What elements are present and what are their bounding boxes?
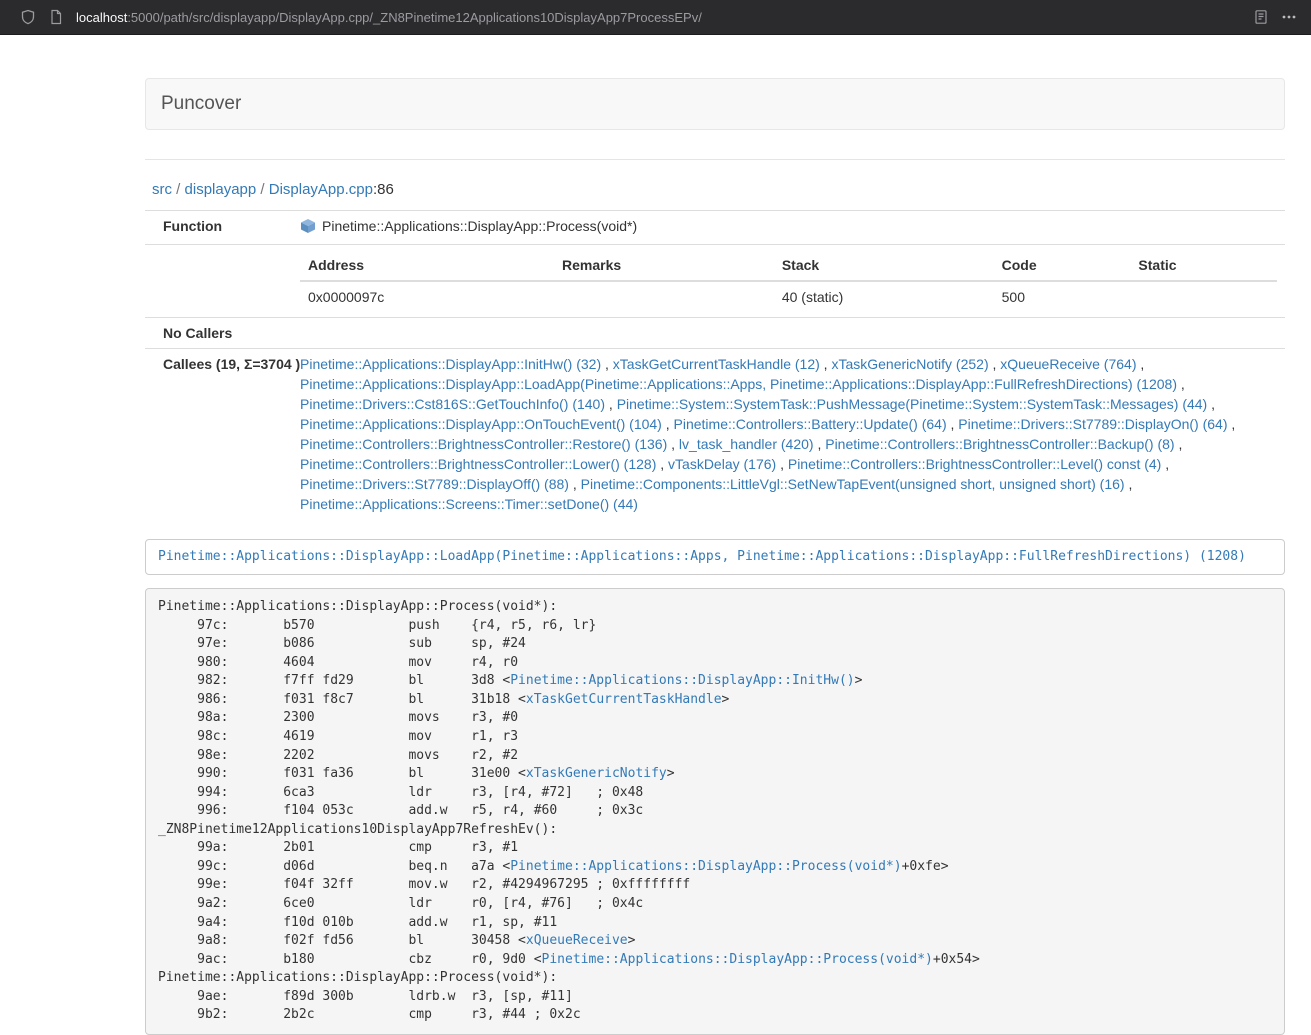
callees-row: Callees (19, Σ=3704 ) Pinetime::Applicat… [145, 349, 1285, 520]
callee-link[interactable]: vTaskDelay (176) [668, 456, 776, 472]
callee-link[interactable]: Pinetime::Applications::DisplayApp::OnTo… [300, 416, 662, 432]
callee-link[interactable]: Pinetime::Controllers::BrightnessControl… [300, 456, 656, 472]
menu-dots-icon-svg [1281, 9, 1297, 25]
breadcrumb-link[interactable]: src [152, 181, 172, 198]
code-symbol-link[interactable]: Pinetime::Applications::DisplayApp::Proc… [542, 952, 933, 967]
callee-link[interactable]: Pinetime::Components::LittleVgl::SetNewT… [581, 476, 1125, 492]
function-label: Function [145, 211, 292, 245]
selected-symbol-panel: Pinetime::Applications::DisplayApp::Load… [145, 539, 1285, 575]
url-bar[interactable]: localhost:5000/path/src/displayapp/Displ… [76, 10, 702, 25]
column-stack: Stack [774, 250, 994, 281]
selected-symbol-link[interactable]: Pinetime::Applications::DisplayApp::Load… [158, 549, 1246, 564]
reader-mode-icon[interactable] [1247, 3, 1275, 31]
callee-link[interactable]: Pinetime::Drivers::St7789::DisplayOff() … [300, 476, 569, 492]
breadcrumb-line-number: :86 [373, 181, 394, 198]
cube-icon-svg [300, 218, 316, 234]
code-symbol-link[interactable]: xQueueReceive [526, 933, 628, 948]
function-row: Function Pinetime::Applications::Display… [145, 211, 1285, 245]
breadcrumb-separator: / [172, 181, 185, 198]
function-name-cell: Pinetime::Applications::DisplayApp::Proc… [292, 211, 1285, 245]
page-info-icon-svg [48, 9, 64, 25]
breadcrumb-link[interactable]: DisplayApp.cpp [269, 181, 373, 198]
brand-link[interactable]: Puncover [161, 93, 241, 115]
stats-row-label [145, 245, 292, 318]
url-path: :5000/path/src/displayapp/DisplayApp.cpp… [127, 10, 702, 25]
column-code: Code [994, 250, 1131, 281]
callee-link[interactable]: xTaskGetCurrentTaskHandle (12) [613, 356, 820, 372]
callee-link[interactable]: Pinetime::Applications::Screens::Timer::… [300, 496, 638, 512]
callee-link[interactable]: Pinetime::Controllers::BrightnessControl… [825, 436, 1174, 452]
callee-link[interactable]: xTaskGenericNotify (252) [831, 356, 988, 372]
shield-icon[interactable] [14, 3, 42, 31]
callees-label: Callees (19, Σ=3704 ) [145, 349, 292, 520]
stats-row: Address Remarks Stack Code Static 0x0000… [145, 245, 1285, 318]
breadcrumb: src / displayapp / DisplayApp.cpp:86 [145, 180, 1285, 200]
callee-link[interactable]: xQueueReceive (764) [1000, 356, 1136, 372]
callee-link[interactable]: Pinetime::Applications::DisplayApp::Load… [300, 376, 1177, 392]
page-info-icon[interactable] [42, 3, 70, 31]
callee-link[interactable]: Pinetime::Controllers::BrightnessControl… [300, 436, 667, 452]
divider [145, 159, 1285, 160]
column-static: Static [1130, 250, 1277, 281]
function-name: Pinetime::Applications::DisplayApp::Proc… [322, 218, 637, 234]
remarks-value [554, 281, 774, 312]
code-symbol-link[interactable]: Pinetime::Applications::DisplayApp::Init… [510, 673, 854, 688]
stats-cell: Address Remarks Stack Code Static 0x0000… [292, 245, 1285, 318]
static-value [1130, 281, 1277, 312]
menu-dots-icon[interactable] [1275, 3, 1303, 31]
reader-mode-icon-svg [1253, 9, 1269, 25]
browser-chrome: localhost:5000/path/src/displayapp/Displ… [0, 0, 1311, 35]
main-content: Puncover src / displayapp / DisplayApp.c… [145, 78, 1285, 1035]
callee-link[interactable]: Pinetime::Applications::DisplayApp::Init… [300, 356, 601, 372]
column-remarks: Remarks [554, 250, 774, 281]
stats-header-row: Address Remarks Stack Code Static [300, 250, 1277, 281]
stack-value: 40 (static) [774, 281, 994, 312]
callee-link[interactable]: Pinetime::Controllers::BrightnessControl… [788, 456, 1161, 472]
stats-table: Address Remarks Stack Code Static 0x0000… [300, 250, 1277, 312]
code-size-value: 500 [994, 281, 1131, 312]
callee-link[interactable]: Pinetime::Controllers::Battery::Update()… [674, 416, 947, 432]
code-symbol-link[interactable]: xTaskGetCurrentTaskHandle [526, 692, 722, 707]
callees-cell: Pinetime::Applications::DisplayApp::Init… [292, 349, 1285, 520]
no-callers-label: No Callers [145, 318, 292, 349]
symbol-table: Function Pinetime::Applications::Display… [145, 210, 1285, 519]
callee-link[interactable]: Pinetime::Drivers::St7789::DisplayOn() (… [958, 416, 1227, 432]
navbar: Puncover [145, 78, 1285, 130]
column-address: Address [300, 250, 554, 281]
address-value: 0x0000097c [300, 281, 554, 312]
stats-data-row: 0x0000097c 40 (static) 500 [300, 281, 1277, 312]
disassembly-pre: Pinetime::Applications::DisplayApp::Proc… [158, 598, 1272, 1025]
breadcrumb-separator: / [256, 181, 269, 198]
callee-link[interactable]: Pinetime::Drivers::Cst816S::GetTouchInfo… [300, 396, 605, 412]
breadcrumb-link[interactable]: displayapp [185, 181, 257, 198]
callee-link[interactable]: lv_task_handler (420) [679, 436, 814, 452]
no-callers-cell [292, 318, 1285, 349]
disassembly-block: Pinetime::Applications::DisplayApp::Proc… [145, 588, 1285, 1035]
no-callers-row: No Callers [145, 318, 1285, 349]
cube-icon [300, 218, 316, 239]
code-symbol-link[interactable]: Pinetime::Applications::DisplayApp::Proc… [510, 859, 901, 874]
url-host: localhost [76, 10, 127, 25]
code-symbol-link[interactable]: xTaskGenericNotify [526, 766, 667, 781]
callee-link[interactable]: Pinetime::System::SystemTask::PushMessag… [617, 396, 1208, 412]
shield-icon-svg [20, 9, 36, 25]
